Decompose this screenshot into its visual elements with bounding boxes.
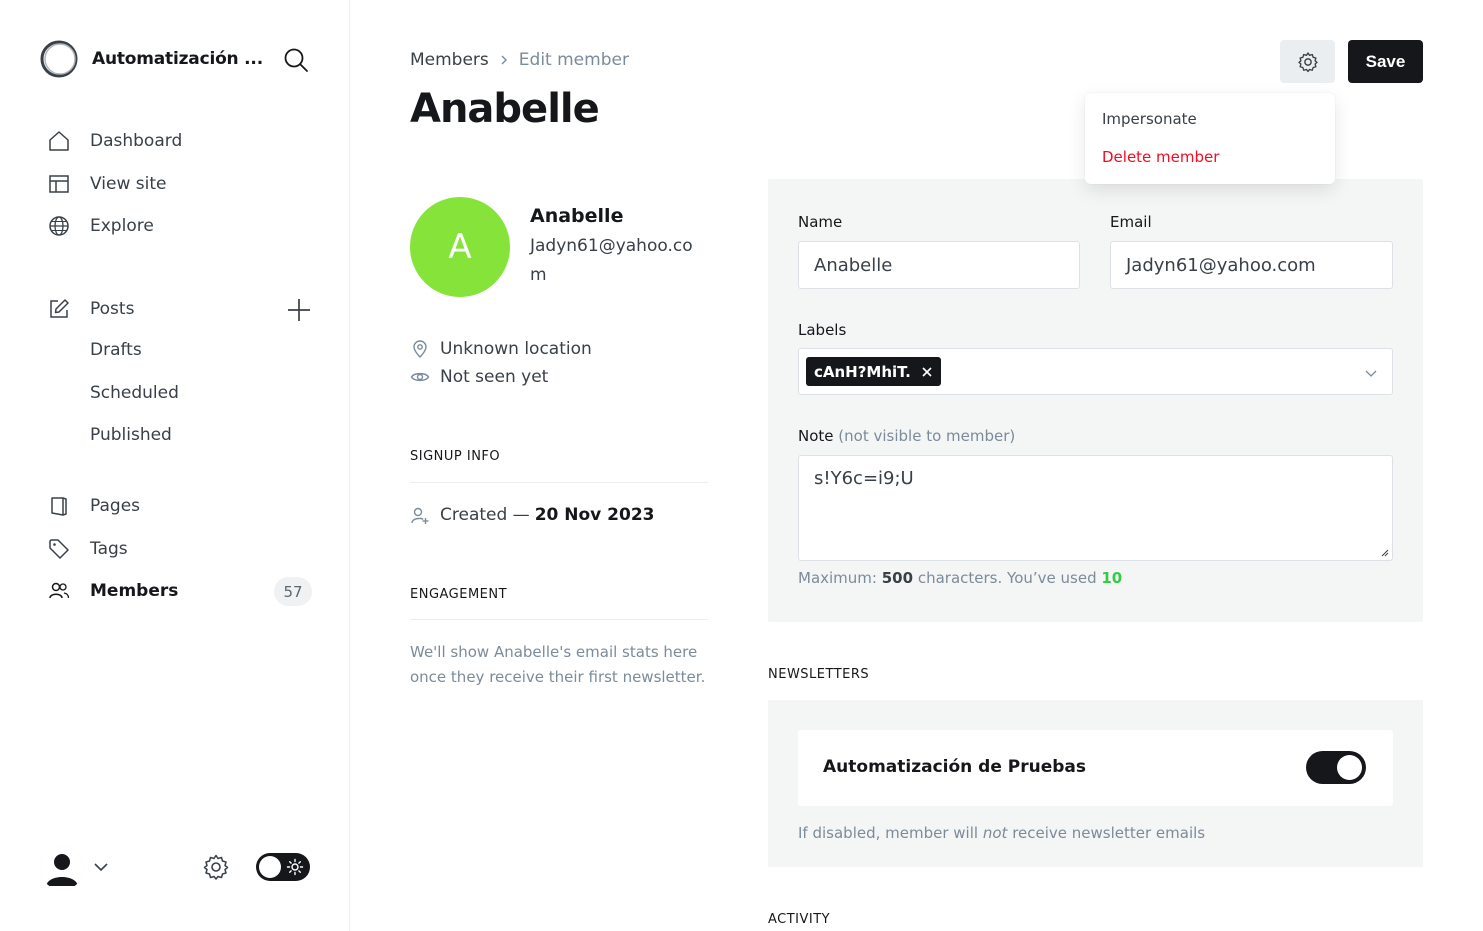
max-mid: characters. You’ve used — [917, 569, 1097, 587]
divider — [410, 619, 708, 620]
newsletter-item: Automatización de Pruebas — [798, 730, 1393, 806]
sidebar-item-label: View site — [90, 174, 167, 194]
members-count-badge: 57 — [274, 577, 312, 606]
newsletter-subscription-toggle[interactable] — [1306, 751, 1366, 784]
search-icon[interactable] — [282, 46, 310, 74]
sidebar-item-label: Pages — [90, 496, 141, 516]
note-textarea[interactable]: s!Y6c=i9;U — [798, 455, 1393, 561]
tag-icon — [48, 538, 70, 560]
name-label: Name — [798, 213, 843, 231]
sidebar-item-explore[interactable]: Explore — [48, 214, 154, 238]
site-brand[interactable]: Automatización ... — [40, 40, 263, 78]
globe-icon — [48, 215, 70, 237]
labels-label: Labels — [798, 321, 847, 339]
gear-icon — [1297, 51, 1318, 72]
sidebar-item-members[interactable]: Members — [48, 579, 178, 603]
sidebar-item-pages[interactable]: Pages — [48, 494, 140, 518]
member-actions-dropdown: Impersonate Delete member — [1085, 93, 1335, 184]
member-actions-button[interactable] — [1280, 40, 1335, 83]
note-label: Note (not visible to member) — [798, 427, 1015, 445]
user-add-icon — [410, 505, 430, 525]
sidebar-item-label: Members — [90, 581, 179, 601]
user-avatar[interactable] — [40, 846, 84, 890]
used-value: 10 — [1101, 569, 1123, 587]
sidebar-item-tags[interactable]: Tags — [48, 537, 128, 561]
chevron-right-icon — [501, 55, 507, 65]
sun-icon — [286, 858, 304, 876]
labels-select[interactable]: cAnH?MhiT. — [798, 348, 1393, 395]
help-prefix: If disabled, member will — [798, 824, 979, 842]
member-name: Anabelle — [530, 205, 624, 227]
settings-gear-icon[interactable] — [202, 853, 230, 881]
email-field[interactable]: Jadyn61@yahoo.com — [1110, 241, 1393, 289]
signup-info-heading: SIGNUP INFO — [410, 449, 501, 464]
member-last-seen: Not seen yet — [410, 367, 548, 387]
divider — [410, 482, 708, 483]
breadcrumb: Members Edit member — [410, 50, 629, 70]
edit-icon — [48, 298, 70, 320]
eye-icon — [410, 367, 430, 387]
toggle-knob — [259, 856, 281, 878]
home-icon — [48, 130, 70, 152]
label-token-text: cAnH?MhiT. — [814, 362, 911, 381]
impersonate-menu-item[interactable]: Impersonate — [1102, 110, 1197, 128]
sidebar-item-scheduled[interactable]: Scheduled — [90, 381, 179, 405]
sidebar: Automatización ... Dashboard View site E… — [0, 0, 350, 931]
layout-icon — [48, 173, 70, 195]
sidebar-item-dashboard[interactable]: Dashboard — [48, 129, 182, 153]
breadcrumb-members-link[interactable]: Members — [410, 50, 489, 70]
delete-member-menu-item[interactable]: Delete member — [1102, 148, 1219, 166]
member-email: Jadyn61@yahoo.com — [530, 236, 693, 285]
site-title: Automatización ... — [92, 49, 263, 69]
note-label-hint: (not visible to member) — [838, 427, 1016, 445]
resize-handle-icon[interactable] — [1379, 547, 1389, 557]
sidebar-item-label: Posts — [90, 299, 135, 319]
sidebar-item-label: Tags — [90, 539, 128, 559]
sidebar-item-posts[interactable]: Posts — [48, 297, 134, 321]
page-icon — [48, 495, 70, 517]
member-location: Unknown location — [410, 339, 592, 359]
location-pin-icon — [410, 339, 430, 359]
engagement-heading: ENGAGEMENT — [410, 587, 508, 602]
breadcrumb-current: Edit member — [518, 50, 629, 70]
label-token: cAnH?MhiT. — [806, 357, 941, 386]
chevron-down-icon[interactable] — [1364, 366, 1378, 380]
engagement-text: We'll show Anabelle's email stats here o… — [410, 643, 706, 686]
newsletter-name: Automatización de Pruebas — [823, 757, 1087, 777]
email-label: Email — [1110, 213, 1152, 231]
newsletters-heading: NEWSLETTERS — [768, 667, 870, 682]
last-seen-text: Not seen yet — [440, 367, 549, 387]
created-prefix: Created — — [440, 505, 530, 525]
newsletter-help-text: If disabled, member will not receive new… — [798, 824, 1205, 842]
max-prefix: Maximum: — [798, 569, 877, 587]
created-date: 20 Nov 2023 — [534, 505, 655, 525]
sidebar-item-label: Dashboard — [90, 131, 183, 151]
help-emphasis: not — [982, 824, 1008, 842]
sidebar-item-published[interactable]: Published — [90, 423, 172, 447]
sidebar-item-label: Explore — [90, 216, 154, 236]
activity-heading: ACTIVITY — [768, 912, 831, 927]
page-title: Anabelle — [410, 86, 600, 132]
created-info: Created — 20 Nov 2023 — [410, 505, 654, 525]
sidebar-item-view-site[interactable]: View site — [48, 172, 166, 196]
remove-label-icon[interactable] — [921, 366, 933, 378]
site-logo-icon — [40, 40, 78, 78]
location-text: Unknown location — [440, 339, 592, 359]
max-value: 500 — [881, 569, 914, 587]
help-suffix: receive newsletter emails — [1012, 824, 1206, 842]
save-button[interactable]: Save — [1348, 40, 1423, 83]
theme-toggle[interactable] — [256, 853, 310, 881]
members-icon — [48, 580, 70, 602]
new-post-plus-icon[interactable] — [286, 297, 312, 323]
note-char-count: Maximum: 500 characters. You’ve used 10 — [798, 569, 1122, 587]
user-silhouette-icon — [40, 846, 84, 890]
toggle-knob — [1337, 755, 1362, 780]
member-avatar: A — [410, 197, 510, 297]
chevron-down-icon[interactable] — [92, 858, 110, 876]
note-text: s!Y6c=i9;U — [814, 468, 914, 489]
sidebar-item-drafts[interactable]: Drafts — [90, 338, 142, 362]
note-label-text: Note — [798, 427, 834, 445]
name-field[interactable]: Anabelle — [798, 241, 1080, 289]
